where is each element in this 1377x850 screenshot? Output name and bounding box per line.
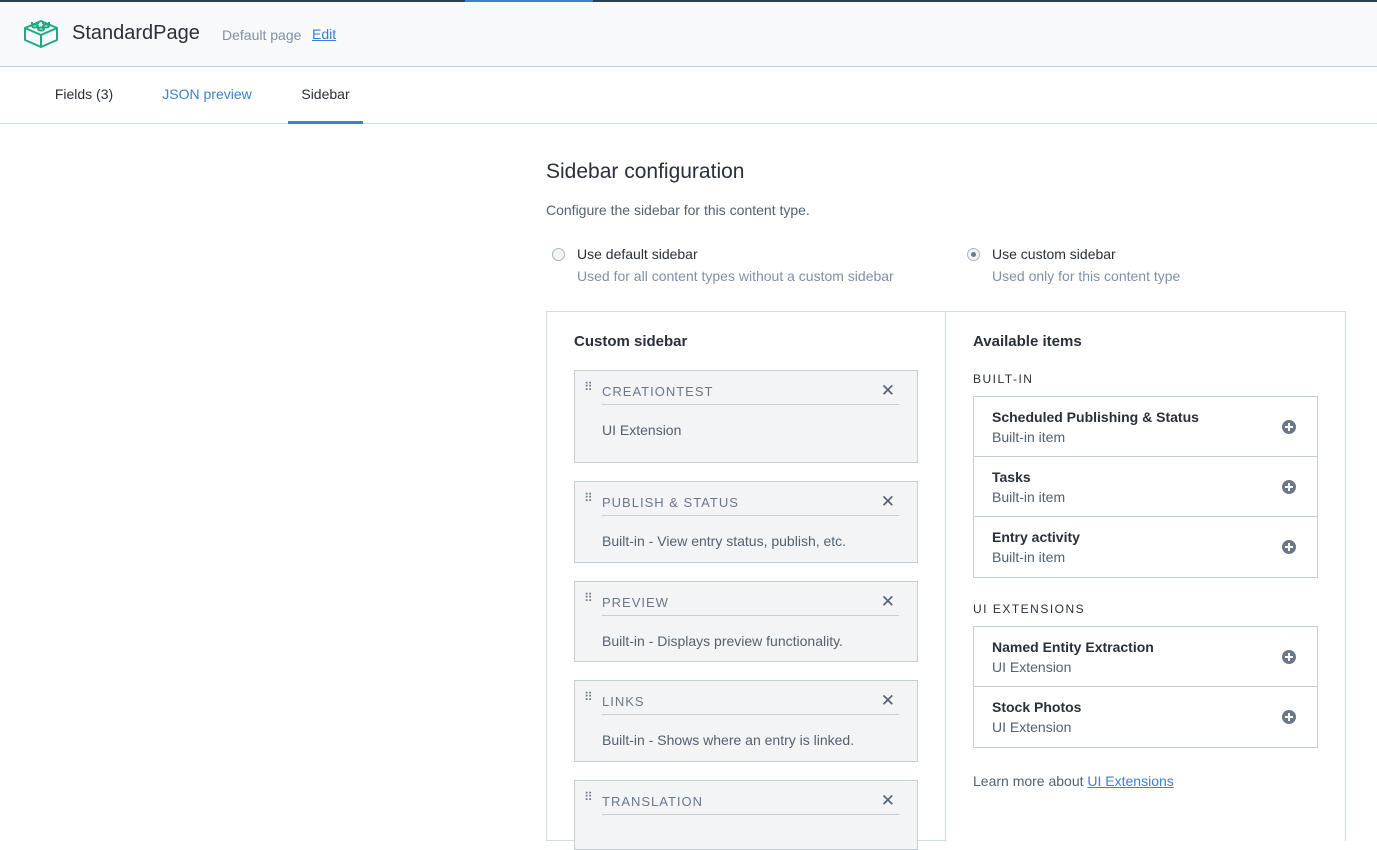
section-description: Configure the sidebar for this content t… bbox=[546, 202, 810, 218]
sidebar-widget-card[interactable]: ⠿ CREATIONTEST ✕ UI Extension bbox=[574, 370, 918, 463]
divider bbox=[602, 404, 899, 405]
widget-name: PUBLISH & STATUS bbox=[602, 495, 739, 510]
drag-handle-icon[interactable]: ⠿ bbox=[584, 691, 594, 709]
widget-name: TRANSLATION bbox=[602, 794, 704, 809]
item-type: Built-in item bbox=[992, 549, 1066, 565]
add-circle-icon[interactable] bbox=[1282, 420, 1296, 434]
drag-handle-icon[interactable]: ⠿ bbox=[584, 592, 594, 610]
widget-name: PREVIEW bbox=[602, 595, 669, 610]
learn-more-text: Learn more about UI Extensions bbox=[973, 773, 1174, 789]
divider bbox=[602, 515, 899, 516]
default-sidebar-label: Use default sidebar bbox=[577, 246, 698, 262]
widget-description: UI Extension bbox=[602, 422, 682, 438]
tab-sidebar[interactable]: Sidebar bbox=[288, 67, 363, 124]
list-item: Stock Photos UI Extension bbox=[974, 687, 1317, 747]
item-name: Named Entity Extraction bbox=[992, 639, 1154, 655]
custom-sidebar-radio[interactable] bbox=[967, 248, 980, 261]
divider bbox=[602, 714, 899, 715]
item-name: Scheduled Publishing & Status bbox=[992, 409, 1199, 425]
add-circle-icon[interactable] bbox=[1282, 710, 1296, 724]
sidebar-widget-card[interactable]: ⠿ PUBLISH & STATUS ✕ Built-in - View ent… bbox=[574, 481, 918, 563]
item-name: Entry activity bbox=[992, 529, 1080, 545]
tab-fields[interactable]: Fields (3) bbox=[40, 67, 128, 124]
item-type: UI Extension bbox=[992, 719, 1072, 735]
custom-sidebar-hint: Used only for this content type bbox=[992, 268, 1181, 284]
divider bbox=[602, 814, 899, 815]
list-item: Entry activity Built-in item bbox=[974, 517, 1317, 577]
edit-link[interactable]: Edit bbox=[312, 26, 336, 42]
sidebar-widget-card[interactable]: ⠿ TRANSLATION ✕ bbox=[574, 780, 918, 850]
available-items-title: Available items bbox=[973, 333, 1082, 350]
builtin-section-label: BUILT-IN bbox=[973, 372, 1034, 386]
close-icon[interactable]: ✕ bbox=[881, 492, 895, 512]
tab-json-preview[interactable]: JSON preview bbox=[148, 67, 266, 124]
custom-sidebar-option[interactable]: Use custom sidebar Used only for this co… bbox=[967, 246, 1180, 284]
list-item: Named Entity Extraction UI Extension bbox=[974, 627, 1317, 687]
custom-sidebar-title: Custom sidebar bbox=[574, 333, 688, 350]
builtin-items-list: Scheduled Publishing & Status Built-in i… bbox=[973, 396, 1318, 578]
add-circle-icon[interactable] bbox=[1282, 650, 1296, 664]
section-title: Sidebar configuration bbox=[546, 160, 745, 183]
page-subtitle: Default page bbox=[222, 27, 302, 43]
page-title: StandardPage bbox=[72, 22, 200, 44]
widget-description: Built-in - Shows where an entry is linke… bbox=[602, 732, 855, 748]
default-sidebar-radio[interactable] bbox=[552, 248, 565, 261]
divider bbox=[602, 615, 899, 616]
sidebar-editor: Custom sidebar ⠿ CREATIONTEST ✕ UI Exten… bbox=[546, 311, 1346, 850]
close-icon[interactable]: ✕ bbox=[881, 791, 895, 811]
drag-handle-icon[interactable]: ⠿ bbox=[584, 492, 594, 510]
header: StandardPage Default page Edit bbox=[0, 2, 1377, 67]
close-icon[interactable]: ✕ bbox=[881, 381, 895, 401]
item-name: Stock Photos bbox=[992, 699, 1082, 715]
custom-sidebar-column: Custom sidebar ⠿ CREATIONTEST ✕ UI Exten… bbox=[547, 312, 946, 850]
default-sidebar-hint: Used for all content types without a cus… bbox=[577, 268, 894, 284]
available-items-column: Available items BUILT-IN Scheduled Publi… bbox=[946, 312, 1345, 842]
close-icon[interactable]: ✕ bbox=[881, 592, 895, 612]
sidebar-widget-card[interactable]: ⠿ PREVIEW ✕ Built-in - Displays preview … bbox=[574, 581, 918, 662]
item-type: Built-in item bbox=[992, 489, 1066, 505]
extensions-section-label: UI EXTENSIONS bbox=[973, 602, 1086, 616]
extensions-items-list: Named Entity Extraction UI Extension Sto… bbox=[973, 626, 1318, 748]
ui-extensions-link[interactable]: UI Extensions bbox=[1087, 773, 1173, 789]
widget-name: CREATIONTEST bbox=[602, 384, 714, 399]
item-type: Built-in item bbox=[992, 429, 1066, 445]
close-icon[interactable]: ✕ bbox=[881, 691, 895, 711]
add-circle-icon[interactable] bbox=[1282, 480, 1296, 494]
widget-description: Built-in - View entry status, publish, e… bbox=[602, 533, 847, 549]
content-type-cube-icon bbox=[24, 20, 58, 48]
widget-description: Built-in - Displays preview functionalit… bbox=[602, 633, 843, 649]
drag-handle-icon[interactable]: ⠿ bbox=[584, 381, 594, 399]
drag-handle-icon[interactable]: ⠿ bbox=[584, 791, 594, 809]
widget-name: LINKS bbox=[602, 694, 645, 709]
list-item: Tasks Built-in item bbox=[974, 457, 1317, 517]
item-type: UI Extension bbox=[992, 659, 1072, 675]
sidebar-configuration: Sidebar configuration Configure the side… bbox=[546, 124, 1346, 850]
item-name: Tasks bbox=[992, 469, 1031, 485]
add-circle-icon[interactable] bbox=[1282, 540, 1296, 554]
list-item: Scheduled Publishing & Status Built-in i… bbox=[974, 397, 1317, 457]
learn-more-prefix: Learn more about bbox=[973, 773, 1088, 789]
tab-bar: Fields (3) JSON preview Sidebar bbox=[0, 67, 1377, 124]
custom-sidebar-label: Use custom sidebar bbox=[992, 246, 1116, 262]
sidebar-widget-card[interactable]: ⠿ LINKS ✕ Built-in - Shows where an entr… bbox=[574, 680, 918, 762]
default-sidebar-option[interactable]: Use default sidebar Used for all content… bbox=[552, 246, 894, 284]
